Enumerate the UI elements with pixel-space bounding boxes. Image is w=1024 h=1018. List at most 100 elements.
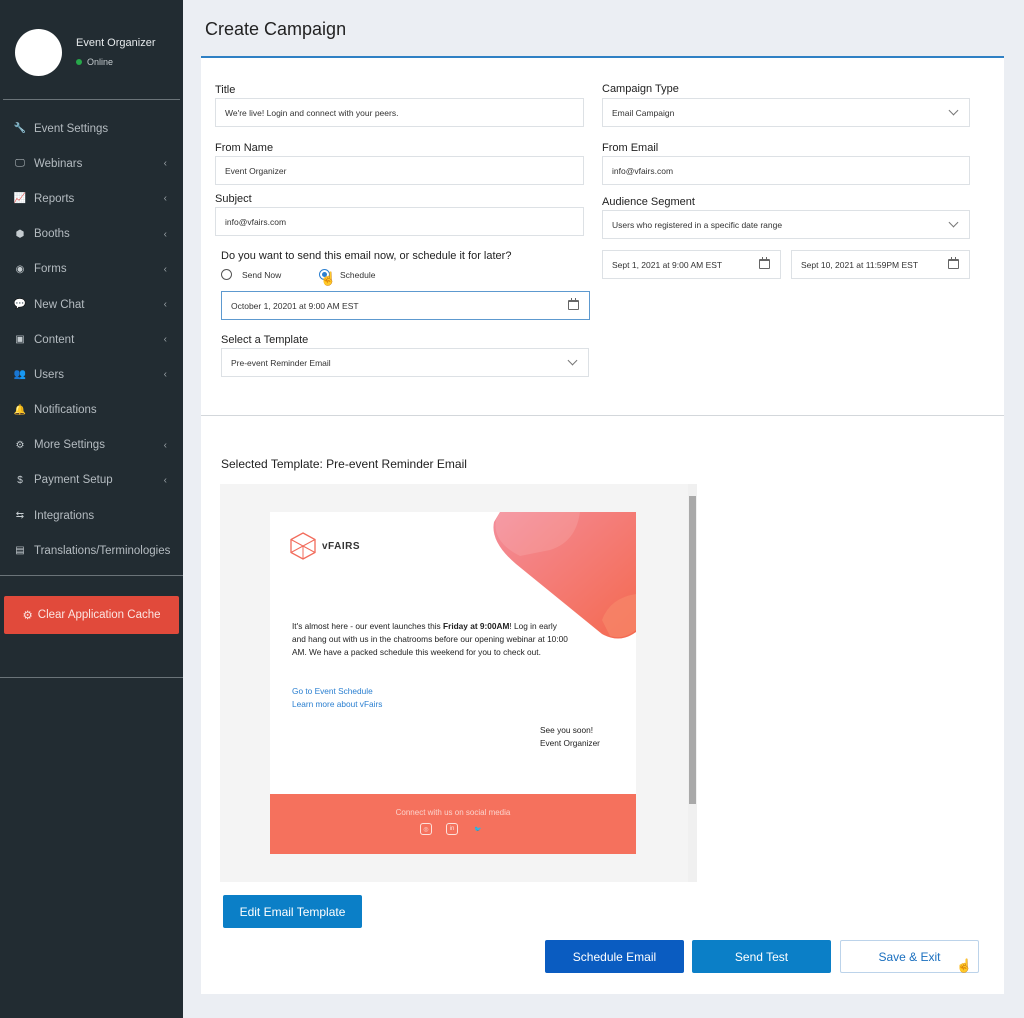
sidebar-item-translations-terminologies[interactable]: ▤ Translations/Terminologies (0, 533, 183, 568)
audience-segment-select[interactable]: Users who registered in a specific date … (602, 210, 970, 239)
title-input[interactable]: We're live! Login and connect with your … (215, 98, 584, 127)
sidebar-item-new-chat[interactable]: 💬 New Chat ‹ (0, 287, 183, 322)
chevron-left-icon: ‹ (163, 439, 167, 451)
email-body: It's almost here - our event launches th… (292, 620, 572, 659)
vfairs-logo: vFAIRS (290, 532, 360, 560)
sidebar-item-event-settings[interactable]: 🔧 Event Settings (0, 111, 183, 146)
sidebar: Event Organizer Online 🔧 Event Settings 🖵 W… (0, 0, 183, 1018)
body-text: It's almost here - our event launches th… (292, 621, 444, 631)
send-test-button[interactable]: Send Test (692, 940, 831, 973)
end-date-input[interactable]: Sept 10, 2021 at 11:59PM EST (791, 250, 970, 279)
sidebar-item-label: More Settings (34, 439, 105, 452)
from-email-input[interactable]: info@vfairs.com (602, 156, 970, 185)
radio-circle (221, 269, 232, 280)
image-icon: ▣ (15, 334, 25, 346)
start-date-input[interactable]: Sept 1, 2021 at 9:00 AM EST (602, 250, 781, 279)
dot-circle-icon: ◉ (15, 263, 25, 275)
subject-value: info@vfairs.com (225, 216, 287, 227)
hand-cursor-icon: ☝ (956, 958, 973, 973)
instagram-icon[interactable]: ◎ (420, 823, 432, 835)
sidebar-item-label: Event Settings (34, 122, 109, 135)
profile-status: Online (76, 57, 113, 67)
schedule-date-input[interactable]: October 1, 20201 at 9:00 AM EST (221, 291, 590, 320)
sidebar-item-more-settings[interactable]: ⚙ More Settings ‹ (0, 428, 183, 463)
event-schedule-link[interactable]: Go to Event Schedule (292, 686, 373, 696)
edit-template-button[interactable]: Edit Email Template (223, 895, 362, 928)
wrench-icon: 🔧 (13, 123, 27, 135)
sidebar-item-label: Content (34, 333, 75, 346)
scrollbar[interactable] (688, 484, 697, 882)
calendar-icon[interactable] (948, 257, 959, 269)
users-icon: 👥 (13, 369, 27, 381)
twitter-icon[interactable]: 🐦 (472, 823, 484, 835)
sidebar-item-reports[interactable]: 📈 Reports ‹ (0, 181, 183, 216)
monitor-icon: 🖵 (15, 158, 25, 170)
avatar[interactable] (15, 29, 62, 76)
sidebar-item-label: Reports (34, 192, 75, 205)
sidebar-item-integrations[interactable]: ⇆ Integrations (0, 498, 183, 533)
template-value: Pre-event Reminder Email (231, 357, 331, 368)
chevron-down-icon (948, 105, 959, 116)
chevron-down-icon (567, 355, 578, 366)
sidebar-item-booths[interactable]: ⬢ Booths ‹ (0, 217, 183, 252)
send-question: Do you want to send this email now, or s… (221, 250, 512, 262)
sidebar-item-label: Booths (34, 228, 70, 241)
campaign-type-select[interactable]: Email Campaign (602, 98, 970, 127)
from-name-value: Event Organizer (225, 165, 287, 176)
sidebar-item-content[interactable]: ▣ Content ‹ (0, 322, 183, 357)
gear-icon: ⚙ (22, 610, 33, 623)
chevron-left-icon: ‹ (163, 299, 167, 311)
sidebar-item-users[interactable]: 👥 Users ‹ (0, 357, 183, 392)
sidebar-item-label: Users (34, 368, 65, 381)
from-email-label: From Email (602, 142, 659, 154)
send-now-radio[interactable]: Send Now (221, 269, 281, 280)
from-name-label: From Name (215, 142, 274, 154)
sidebar-item-label: Webinars (34, 157, 83, 170)
title-value: We're live! Login and connect with your … (225, 107, 399, 118)
chevron-left-icon: ‹ (163, 193, 167, 205)
template-preview: vFAIRS It's almost here - our event laun… (220, 484, 697, 882)
usb-icon: ⇆ (15, 510, 25, 522)
gear-icon: ⚙ (15, 439, 25, 451)
from-name-input[interactable]: Event Organizer (215, 156, 584, 185)
chevron-left-icon: ‹ (163, 263, 167, 275)
sidebar-item-label: Forms (34, 263, 67, 276)
sidebar-item-label: Translations/Terminologies (34, 544, 171, 557)
sidebar-item-label: Integrations (34, 509, 95, 522)
page-title: Create Campaign (205, 19, 347, 39)
profile: Event Organizer Online (3, 0, 180, 100)
campaign-type-label: Campaign Type (602, 83, 679, 95)
scrollbar-thumb[interactable] (689, 496, 696, 804)
learn-more-link[interactable]: Learn more about vFairs (292, 699, 382, 709)
status-text: Online (87, 57, 114, 67)
schedule-email-button[interactable]: Schedule Email (545, 940, 684, 973)
linkedin-icon[interactable]: in (446, 823, 458, 835)
cube-icon: ⬢ (15, 228, 25, 240)
template-select[interactable]: Pre-event Reminder Email (221, 348, 589, 377)
email-preview: vFAIRS It's almost here - our event laun… (270, 512, 636, 854)
bell-icon: 🔔 (13, 404, 27, 416)
subject-input[interactable]: info@vfairs.com (215, 207, 584, 236)
schedule-label: Schedule (340, 269, 376, 280)
chevron-down-icon (948, 217, 959, 228)
social-icons: ◎ in 🐦 (420, 823, 484, 835)
footer-text: Connect with us on social media (395, 808, 511, 817)
sidebar-item-webinars[interactable]: 🖵 Webinars ‹ (0, 146, 183, 181)
clear-cache-label: Clear Application Cache (37, 609, 161, 622)
chevron-left-icon: ‹ (163, 369, 167, 381)
sidebar-item-notifications[interactable]: 🔔 Notifications (0, 393, 183, 428)
audience-segment-value: Users who registered in a specific date … (612, 219, 783, 230)
chevron-left-icon: ‹ (163, 228, 167, 240)
calendar-icon[interactable] (568, 298, 579, 310)
start-date-value: Sept 1, 2021 at 9:00 AM EST (612, 259, 723, 270)
sidebar-item-payment-setup[interactable]: $ Payment Setup ‹ (0, 463, 183, 498)
signoff-line: See you soon! (540, 725, 594, 735)
hand-cursor-icon: ☝ (320, 271, 337, 286)
email-footer: Connect with us on social media ◎ in 🐦 (270, 794, 636, 854)
clear-cache-button[interactable]: ⚙ Clear Application Cache (4, 596, 179, 635)
calendar-icon[interactable] (759, 257, 770, 269)
comments-icon: 💬 (13, 299, 27, 311)
signoff-name: Event Organizer (540, 738, 600, 748)
campaign-type-value: Email Campaign (612, 107, 675, 118)
sidebar-item-forms[interactable]: ◉ Forms ‹ (0, 252, 183, 287)
